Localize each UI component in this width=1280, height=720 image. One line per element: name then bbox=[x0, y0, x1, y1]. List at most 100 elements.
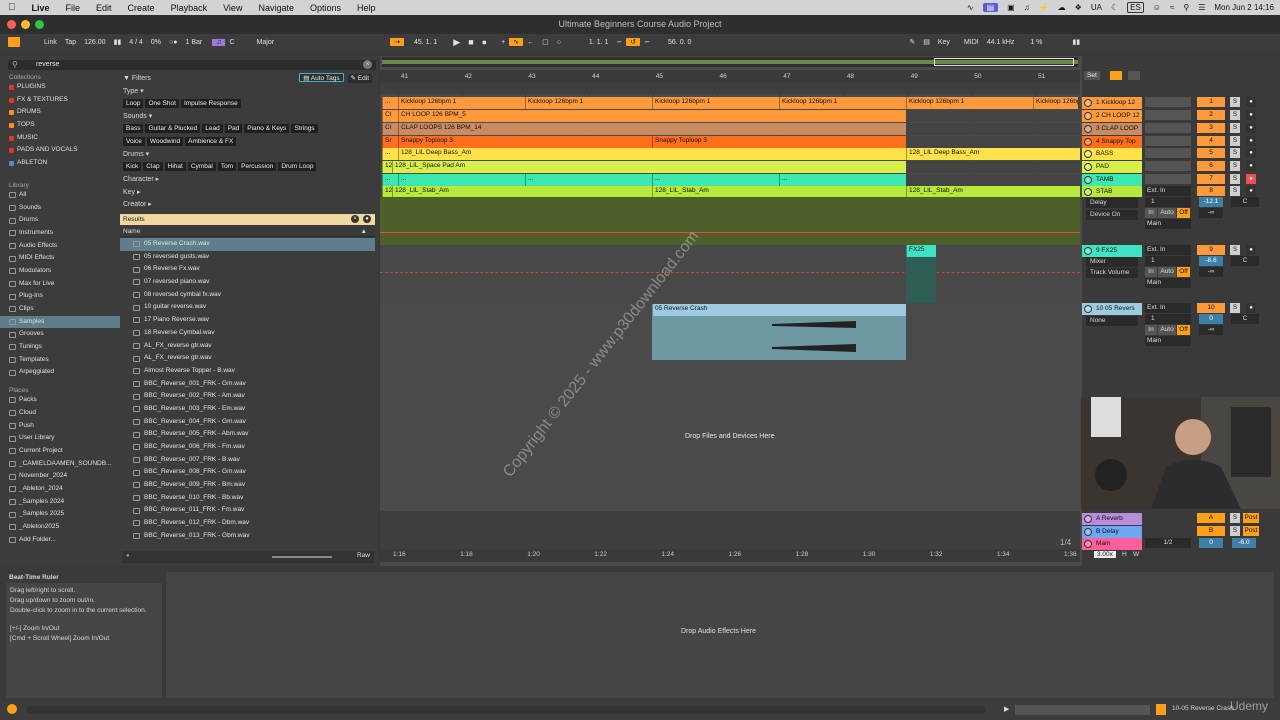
place-camieldaamen-soundb[interactable]: _CAMIELDAAMEN_SOUNDB... bbox=[9, 458, 117, 471]
draw-mode-icon[interactable]: ✎ bbox=[905, 38, 919, 46]
zoom-window-button[interactable] bbox=[35, 20, 44, 29]
return-lanes[interactable] bbox=[380, 511, 1080, 549]
keyboard-language[interactable]: UA bbox=[1091, 3, 1102, 12]
info-toggle-icon[interactable] bbox=[7, 704, 17, 714]
clock[interactable]: Mon Jun 2 14:16 bbox=[1214, 3, 1274, 12]
filters-toggle[interactable]: ▼ Filters bbox=[123, 75, 151, 82]
clip-bass[interactable]: 128_LIL Deep Bass_Am bbox=[398, 148, 906, 160]
punch-out-icon[interactable]: ∽ bbox=[640, 38, 654, 46]
input-channel-select[interactable]: 1 bbox=[1145, 197, 1191, 207]
arm-button[interactable]: ● bbox=[1246, 136, 1256, 146]
result-item[interactable]: BBC_Reverse_002_FRK - Am.wav bbox=[120, 390, 375, 403]
zoom-factor[interactable]: 3.00x bbox=[1094, 551, 1116, 558]
screen-record-icon[interactable]: ▤ bbox=[982, 3, 999, 12]
solo-button[interactable]: S bbox=[1230, 136, 1240, 146]
return-activator[interactable]: A bbox=[1197, 513, 1225, 523]
track-activator[interactable]: 5 bbox=[1197, 148, 1225, 158]
result-item[interactable]: BBC_Reverse_003_FRK - Em.wav bbox=[120, 403, 375, 416]
mini-overview[interactable] bbox=[1015, 705, 1150, 715]
result-item[interactable]: BBC_Reverse_009_FRK - Bm.wav bbox=[120, 479, 375, 492]
track-activator[interactable]: 4 bbox=[1197, 136, 1225, 146]
fx25-lane[interactable] bbox=[380, 245, 1080, 303]
input-channel-select[interactable]: 1 bbox=[1145, 256, 1191, 266]
dropbox-icon[interactable]: ❖ bbox=[1075, 3, 1082, 12]
clip-05-reverse-crash-body[interactable] bbox=[652, 316, 906, 360]
input-type-select[interactable]: Ext. In bbox=[1145, 303, 1191, 313]
input-type-select[interactable]: Ext. In bbox=[1145, 186, 1191, 196]
volume-slider[interactable] bbox=[1145, 148, 1191, 158]
output-select[interactable]: Main bbox=[1145, 219, 1191, 229]
key-filter-header[interactable]: Key ▸ bbox=[123, 188, 141, 196]
result-item[interactable]: 05 Reverse Crash.wav bbox=[120, 238, 375, 251]
metronome-icon[interactable]: ○● bbox=[165, 39, 181, 46]
arm-button[interactable]: ● bbox=[1246, 174, 1256, 184]
track-fold-icon[interactable] bbox=[1084, 176, 1092, 184]
send-value[interactable]: -∞ bbox=[1199, 325, 1223, 335]
place-user-library[interactable]: User Library bbox=[9, 432, 117, 445]
clip-tamb[interactable]: ... bbox=[398, 174, 525, 186]
solo-button[interactable]: S bbox=[1230, 161, 1240, 171]
place-ableton2025[interactable]: _Ableton2025 bbox=[9, 521, 117, 534]
menu-options[interactable]: Options bbox=[302, 3, 349, 13]
waveform-icon[interactable]: ∿ bbox=[967, 3, 974, 12]
clip-ch-start[interactable]: Cl bbox=[382, 110, 398, 122]
filter-tag-guitar-plucked[interactable]: Guitar & Plucked bbox=[145, 124, 201, 134]
mixer-device-select[interactable]: Mixer bbox=[1086, 257, 1138, 267]
library-clips[interactable]: Clips bbox=[9, 303, 117, 316]
place-add-folder[interactable]: Add Folder... bbox=[9, 534, 117, 547]
clip-kickloop[interactable]: Kickloop 126bpm 1 bbox=[906, 97, 1033, 109]
swing-field[interactable]: 0% bbox=[147, 39, 165, 46]
filter-tag-drum-loop[interactable]: Drum Loop bbox=[278, 161, 317, 171]
results-options-icon[interactable]: ● bbox=[363, 215, 371, 223]
send-value[interactable]: -∞ bbox=[1199, 208, 1223, 218]
play-button[interactable]: ▶ bbox=[449, 37, 464, 48]
nudge-icon[interactable]: ▮▮ bbox=[110, 38, 126, 46]
place-samples-2024[interactable]: _Samples 2024 bbox=[9, 496, 117, 509]
automation-line[interactable] bbox=[380, 232, 1080, 233]
menu-edit[interactable]: Edit bbox=[88, 3, 120, 13]
close-window-button[interactable] bbox=[7, 20, 16, 29]
collection-pads-and-vocals[interactable]: PADS AND VOCALS bbox=[9, 144, 117, 157]
track-header-10-reverse[interactable]: 10 05 Revers bbox=[1082, 303, 1142, 315]
loop-brace-lane[interactable] bbox=[380, 82, 1080, 94]
post-button[interactable]: Post bbox=[1243, 513, 1259, 523]
solo-button[interactable]: S bbox=[1230, 110, 1240, 120]
library-samples[interactable]: Samples bbox=[0, 315, 120, 329]
clip-space-pad[interactable]: 128_LIL_Space Pad Am bbox=[392, 161, 906, 173]
library-instruments[interactable]: Instruments bbox=[9, 227, 117, 240]
automation-arm-icon[interactable]: ∿ bbox=[509, 38, 524, 46]
library-grooves[interactable]: Grooves bbox=[9, 328, 117, 341]
place-packs[interactable]: Packs bbox=[9, 394, 117, 407]
monitor-in-button[interactable]: In bbox=[1145, 267, 1157, 277]
filter-tag-piano-keys[interactable]: Piano & Keys bbox=[244, 124, 290, 134]
solo-button[interactable]: S bbox=[1230, 525, 1240, 536]
cloud-icon[interactable]: ☁ bbox=[1058, 3, 1066, 12]
monitor-auto-button[interactable]: Auto bbox=[1158, 208, 1176, 218]
character-filter-header[interactable]: Character ▸ bbox=[123, 175, 159, 183]
sort-icon[interactable]: ▲ bbox=[361, 227, 367, 237]
arm-button[interactable]: ● bbox=[1246, 148, 1256, 158]
library-tunings[interactable]: Tunings bbox=[9, 341, 117, 354]
device-on-select[interactable]: Device On bbox=[1086, 210, 1138, 220]
volume-slider[interactable] bbox=[1145, 123, 1191, 133]
solo-button[interactable]: S bbox=[1230, 513, 1240, 523]
computer-midi-icon[interactable]: ▤ bbox=[919, 38, 934, 46]
browser-toggle-icon[interactable] bbox=[8, 37, 20, 47]
result-item[interactable]: BBC_Reverse_010_FRK - Bb.wav bbox=[120, 492, 375, 505]
device-view[interactable]: Drop Audio Effects Here bbox=[166, 572, 1274, 698]
result-item[interactable]: AL_FX_reverse gtr.wav bbox=[120, 340, 375, 353]
monitor-off-button[interactable]: Off bbox=[1177, 208, 1190, 218]
return-track-a-reverb[interactable]: A Reverb bbox=[1082, 513, 1142, 525]
filter-tag-loop[interactable]: Loop bbox=[123, 98, 144, 108]
overview-bar[interactable] bbox=[382, 57, 1078, 67]
key-root-select[interactable]: C bbox=[225, 39, 238, 46]
track-activator[interactable]: 6 bbox=[1197, 161, 1225, 171]
filter-tag-impulse-response[interactable]: Impulse Response bbox=[180, 98, 241, 108]
clip-snappy-toploop[interactable]: Snappy Toploop 3 bbox=[398, 136, 652, 148]
overdub-icon[interactable]: + bbox=[497, 39, 509, 46]
track-activator[interactable]: 3 bbox=[1197, 123, 1225, 133]
preview-volume-slider[interactable] bbox=[272, 556, 332, 558]
arm-button[interactable]: ● bbox=[1246, 161, 1256, 171]
set-button[interactable]: Set bbox=[1084, 71, 1102, 80]
scale-mode-icon[interactable]: ♫ bbox=[212, 38, 226, 46]
